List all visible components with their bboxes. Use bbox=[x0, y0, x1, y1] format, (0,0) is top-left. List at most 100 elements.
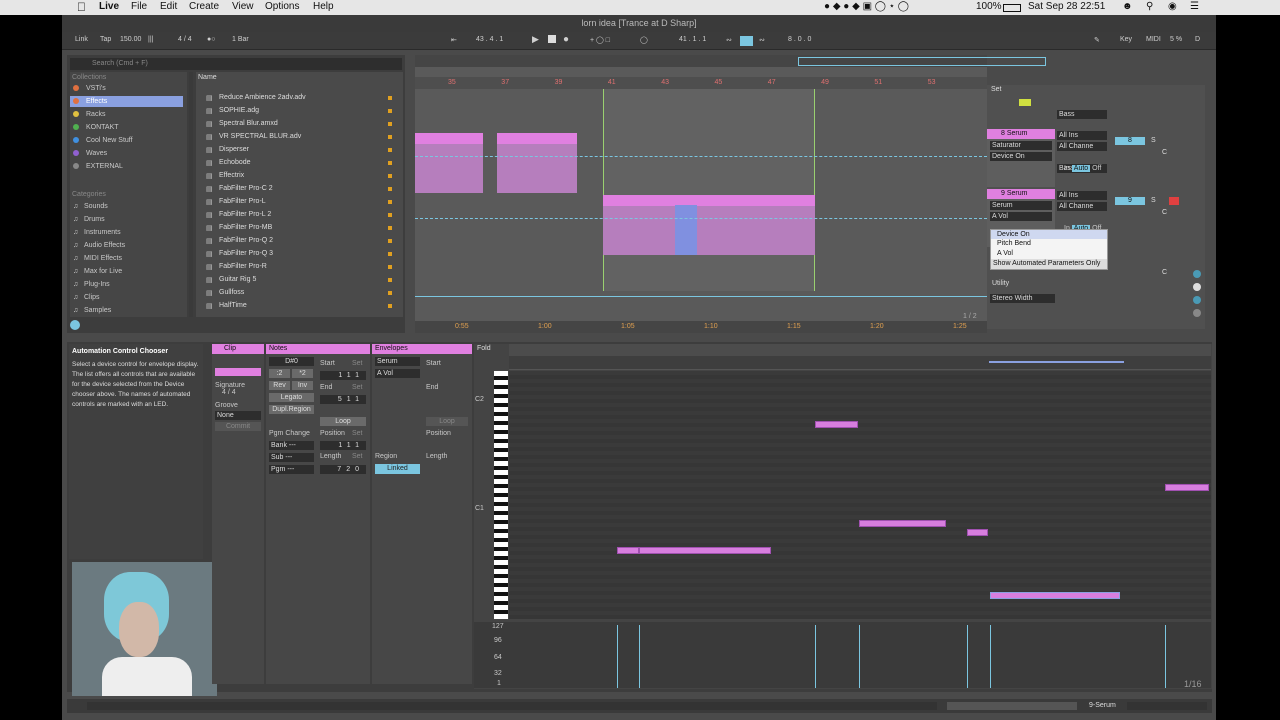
collection-tag-icon[interactable] bbox=[388, 109, 392, 113]
velocity-lane[interactable]: 127 96 64 32 1 1/16 bbox=[474, 622, 1211, 689]
automation-line[interactable] bbox=[415, 218, 987, 219]
length-set-button[interactable]: Set bbox=[352, 453, 363, 460]
fold-button[interactable]: Fold bbox=[477, 345, 491, 352]
monitor-off[interactable]: Off bbox=[1092, 165, 1101, 172]
envelope-param-select[interactable]: A Vol bbox=[375, 369, 420, 378]
category-item[interactable]: Drums bbox=[84, 216, 105, 223]
link-button[interactable]: Link bbox=[75, 36, 88, 43]
search-icon[interactable]: ⚲ bbox=[1146, 1, 1153, 12]
returns-icon[interactable] bbox=[1193, 296, 1201, 304]
arrangement-clip-selected[interactable] bbox=[603, 195, 815, 255]
collection-item[interactable]: Racks bbox=[70, 109, 183, 120]
velocity-bar[interactable] bbox=[859, 625, 860, 688]
track-9-input[interactable]: All Ins bbox=[1057, 191, 1107, 200]
file-item[interactable]: HalfTime bbox=[219, 302, 247, 309]
notification-center-icon[interactable]: ☰ bbox=[1190, 1, 1199, 12]
track-8-solo[interactable]: S bbox=[1151, 137, 1156, 144]
collection-tag-icon[interactable] bbox=[388, 265, 392, 269]
stereo-width-select[interactable]: Stereo Width bbox=[990, 294, 1055, 303]
record-arm-button[interactable] bbox=[1169, 197, 1179, 205]
sub-field[interactable]: Sub --- bbox=[269, 453, 314, 462]
end-set-button[interactable]: Set bbox=[352, 384, 363, 391]
collection-tag-icon[interactable] bbox=[388, 174, 392, 178]
midi-note[interactable] bbox=[617, 547, 639, 554]
midi-note[interactable] bbox=[815, 421, 858, 428]
category-item[interactable]: Sounds bbox=[84, 203, 108, 210]
file-item[interactable]: Reduce Ambience 2adv.adv bbox=[219, 94, 306, 101]
browser-toggle-icon[interactable] bbox=[70, 320, 80, 330]
piano-keyboard[interactable] bbox=[494, 371, 508, 619]
collection-tag-icon[interactable] bbox=[388, 213, 392, 217]
start-field[interactable]: 111 bbox=[320, 371, 366, 380]
track-10-pan[interactable]: C bbox=[1162, 269, 1167, 276]
commit-button[interactable]: Commit bbox=[215, 422, 261, 431]
key-field[interactable]: D#0 bbox=[269, 357, 314, 366]
category-item[interactable]: Instruments bbox=[84, 229, 121, 236]
menu-file[interactable]: File bbox=[131, 1, 147, 12]
collection-tag-icon[interactable] bbox=[388, 278, 392, 282]
midi-note[interactable] bbox=[1165, 484, 1209, 491]
track-8-pan[interactable]: C bbox=[1162, 149, 1167, 156]
file-item[interactable]: FabFilter Pro-C 2 bbox=[219, 185, 273, 192]
follow-icon[interactable]: ⇤ bbox=[451, 36, 457, 44]
velocity-bar[interactable] bbox=[617, 625, 618, 688]
midi-note[interactable] bbox=[859, 520, 946, 527]
collection-tag-icon[interactable] bbox=[388, 148, 392, 152]
reverse-button[interactable]: Rev bbox=[269, 381, 290, 390]
position-set-button[interactable]: Set bbox=[352, 430, 363, 437]
clock[interactable]: Sat Sep 28 22:51 bbox=[1028, 1, 1105, 12]
track-9-channel[interactable]: All Channe bbox=[1057, 202, 1107, 211]
sidebar-scrollbar[interactable] bbox=[189, 72, 193, 317]
halve-button[interactable]: :2 bbox=[269, 369, 290, 378]
file-item[interactable]: FabFilter Pro-Q 3 bbox=[219, 250, 273, 257]
file-item[interactable]: FabFilter Pro-MB bbox=[219, 224, 272, 231]
track-8-device-select[interactable]: Saturator bbox=[990, 141, 1052, 150]
draw-mode-icon[interactable]: ✎ bbox=[1094, 36, 1100, 44]
track-9-param-select[interactable]: A Vol bbox=[990, 212, 1052, 221]
automation-line[interactable] bbox=[415, 296, 987, 297]
bank-field[interactable]: Bank --- bbox=[269, 441, 314, 450]
category-item[interactable]: Samples bbox=[84, 307, 111, 314]
collection-tag-icon[interactable] bbox=[388, 96, 392, 100]
clip-tab[interactable]: Clip bbox=[212, 344, 264, 354]
collection-item[interactable]: Cool New Stuff bbox=[70, 135, 183, 146]
overdub-icon[interactable]: + ◯ □ bbox=[590, 36, 610, 44]
user-icon[interactable]: ☻ bbox=[1122, 1, 1133, 12]
in-out-icon[interactable] bbox=[1193, 270, 1201, 278]
collection-item[interactable]: KONTAKT bbox=[70, 122, 183, 133]
notes-tab[interactable]: Notes bbox=[266, 344, 370, 354]
file-item[interactable]: VR SPECTRAL BLUR.adv bbox=[219, 133, 301, 140]
file-item[interactable]: Echobode bbox=[219, 159, 251, 166]
loop-button[interactable]: Loop bbox=[320, 417, 366, 426]
menu-view[interactable]: View bbox=[232, 1, 254, 12]
collection-tag-icon[interactable] bbox=[388, 304, 392, 308]
punch-out-icon[interactable]: ∾ bbox=[759, 36, 765, 44]
collection-item[interactable]: VSTi's bbox=[70, 83, 183, 94]
automation-line[interactable] bbox=[415, 156, 987, 157]
file-item[interactable]: SOPHIE.adg bbox=[219, 107, 259, 114]
siri-icon[interactable]: ◉ bbox=[1168, 1, 1177, 12]
monitor-auto[interactable]: Auto bbox=[1071, 165, 1091, 172]
track-9-solo[interactable]: S bbox=[1151, 197, 1156, 204]
linked-button[interactable]: Linked bbox=[375, 464, 420, 474]
velocity-bar[interactable] bbox=[1165, 625, 1166, 688]
loop-start-field[interactable]: 41 . 1 . 1 bbox=[679, 36, 706, 43]
collection-item[interactable]: Waves bbox=[70, 148, 183, 159]
file-item[interactable]: FabFilter Pro-L bbox=[219, 198, 266, 205]
midi-note[interactable] bbox=[639, 547, 771, 554]
quantize-select[interactable]: 1 Bar bbox=[232, 36, 249, 43]
collection-tag-icon[interactable] bbox=[388, 187, 392, 191]
collection-tag-icon[interactable] bbox=[388, 291, 392, 295]
track-8-title[interactable]: 8 Serum bbox=[987, 129, 1055, 139]
category-item[interactable]: Max for Live bbox=[84, 268, 122, 275]
end-field[interactable]: 511 bbox=[320, 395, 366, 404]
search-input[interactable]: Search (Cmd + F) bbox=[70, 58, 402, 70]
file-item[interactable]: FabFilter Pro-L 2 bbox=[219, 211, 271, 218]
dropdown-item-device-on[interactable]: Device On bbox=[991, 230, 1107, 239]
envelope-device-select[interactable]: Serum bbox=[375, 357, 420, 366]
menu-options[interactable]: Options bbox=[265, 1, 299, 12]
app-menu[interactable]: Live bbox=[99, 1, 119, 12]
file-item[interactable]: Spectral Blur.amxd bbox=[219, 120, 278, 127]
play-icon[interactable]: ▶ bbox=[532, 34, 539, 45]
track-8-input[interactable]: All Ins bbox=[1057, 131, 1107, 140]
